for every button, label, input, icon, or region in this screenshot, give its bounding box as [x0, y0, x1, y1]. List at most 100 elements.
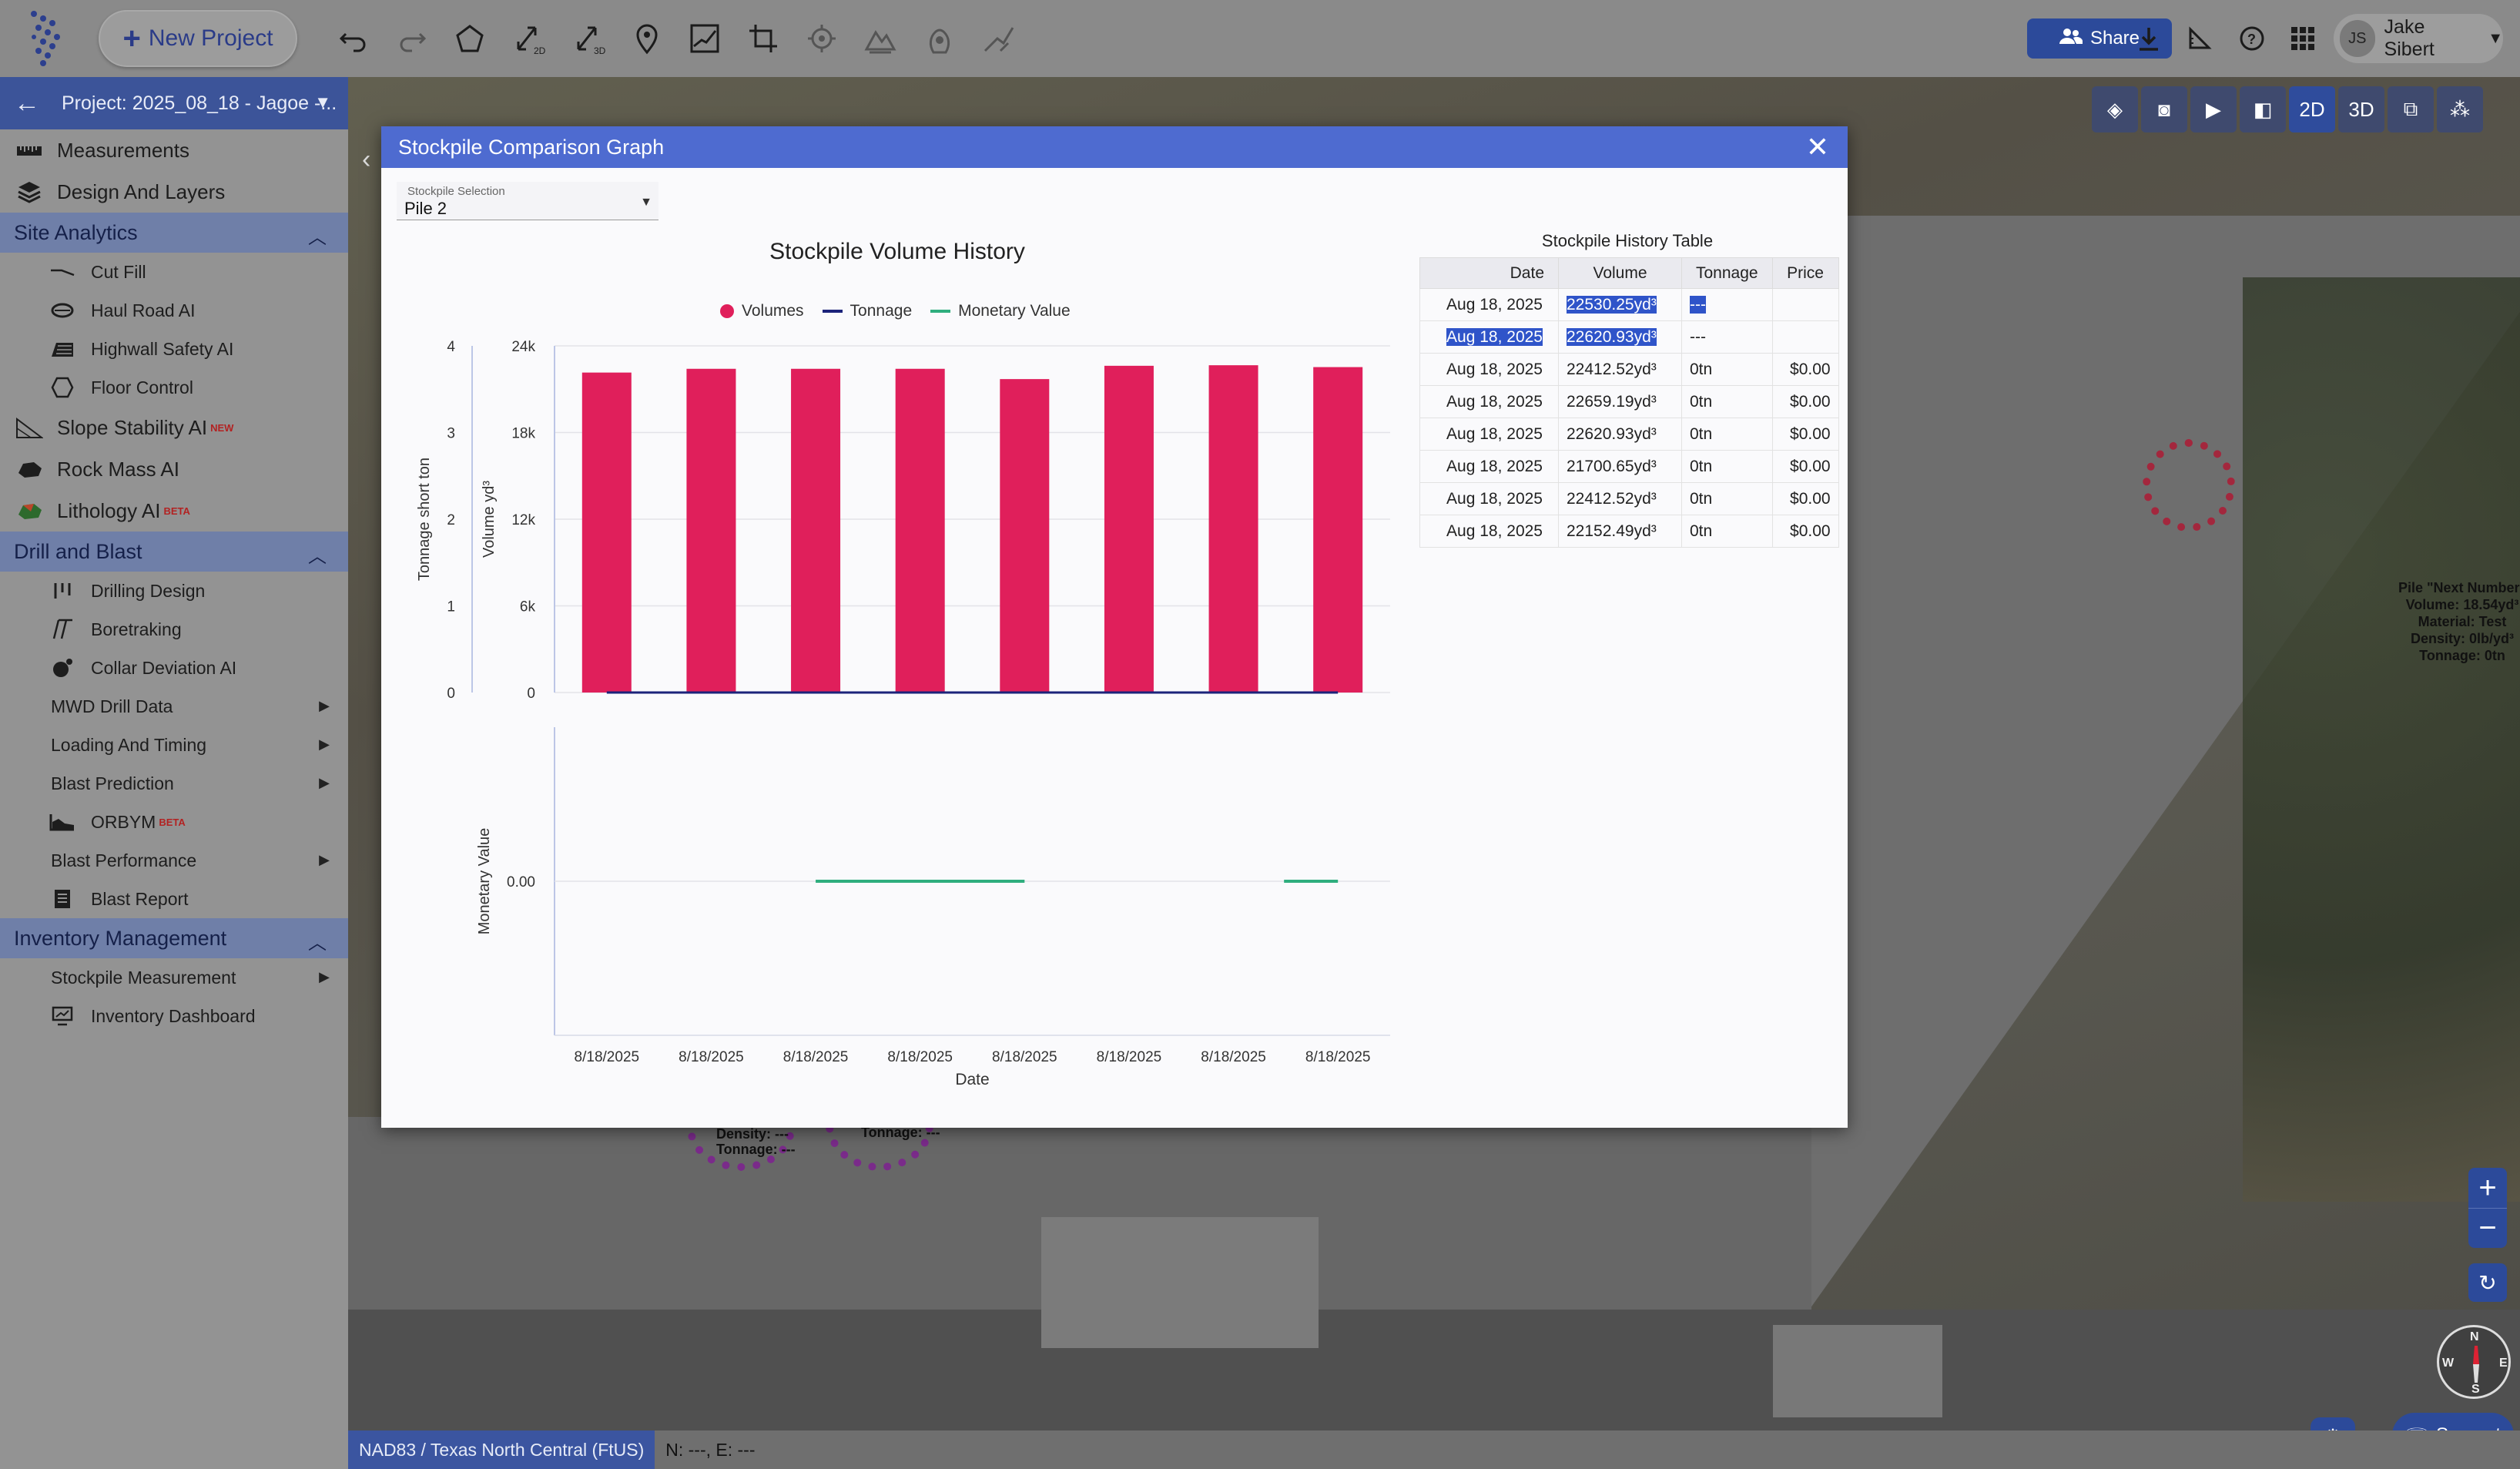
column-header-date[interactable]: Date [1419, 257, 1559, 289]
sidebar-item-mwd-drill-data[interactable]: MWD Drill Data ▶ [0, 687, 348, 726]
back-arrow-icon[interactable]: ← [14, 89, 40, 119]
video-icon[interactable]: ▶ [2190, 86, 2237, 132]
table-row[interactable]: Aug 18, 2025 22620.93yd³ --- [1419, 320, 1839, 354]
cell-volume: 22530.25yd³ [1558, 288, 1682, 321]
project-selector[interactable]: ← Project: 2025_08_18 - Jagoe -... ▼ [0, 77, 348, 129]
cell-text: Aug 18, 2025 [1446, 392, 1543, 411]
sidebar-item-drilling-design[interactable]: Drilling Design [0, 572, 348, 610]
stockpile-outline[interactable] [2143, 439, 2235, 532]
redo-icon[interactable] [393, 19, 431, 58]
boretracking-icon [49, 619, 75, 640]
view-2d-button[interactable]: 2D [2289, 86, 2335, 132]
measure-3d-icon[interactable]: 3D [570, 19, 608, 58]
sidebar-item-cut-fill[interactable]: Cut Fill [0, 253, 348, 291]
table-row[interactable]: Aug 18, 2025 22620.93yd³ 0tn $0.00 [1419, 418, 1839, 451]
layers-toggle-icon[interactable]: ◈ [2092, 86, 2138, 132]
sidebar-item-highwall-safety[interactable]: Highwall Safety AI [0, 330, 348, 368]
sidebar: ← Project: 2025_08_18 - Jagoe -... ▼ Mea… [0, 77, 348, 1469]
cell-tonnage: --- [1681, 320, 1773, 354]
camera-icon[interactable]: ◙ [2141, 86, 2187, 132]
user-menu[interactable]: JS Jake Sibert ▼ [2334, 14, 2503, 63]
table-row[interactable]: Aug 18, 2025 22412.52yd³ 0tn $0.00 [1419, 353, 1839, 386]
measure-tool-icon[interactable] [2181, 20, 2218, 57]
x-tick-label: 8/18/2025 [887, 1049, 953, 1065]
sidebar-item-rock-mass[interactable]: Rock Mass AI [0, 448, 348, 490]
new-project-button[interactable]: + New Project [99, 10, 297, 67]
user-name: Jake Sibert [2384, 16, 2435, 60]
download-icon[interactable] [2130, 20, 2167, 57]
section-site-analytics[interactable]: Site Analytics ︿ [0, 213, 348, 253]
sidebar-item-label: MWD Drill Data [51, 696, 173, 716]
chevron-right-icon: ▶ [319, 736, 330, 752]
zoom-out-button[interactable]: − [2468, 1208, 2507, 1248]
pile-volume: Volume: 18.54yd³ [2405, 597, 2519, 612]
sidebar-item-collar-deviation[interactable]: Collar Deviation AI [0, 649, 348, 687]
cell-text: Aug 18, 2025 [1446, 457, 1543, 475]
sidebar-item-blast-report[interactable]: Blast Report [0, 880, 348, 918]
pile-density: Density: 0lb/yd³ [2410, 631, 2515, 646]
stockpile-comparison-dialog: Stockpile Comparison Graph ✕ Stockpile S… [381, 126, 1848, 1128]
sidebar-item-lithology[interactable]: Lithology AI BETA [0, 490, 348, 532]
sidebar-item-design-layers[interactable]: Design And Layers [0, 171, 348, 213]
crop-icon[interactable] [744, 19, 782, 58]
cell-tonnage: 0tn [1681, 515, 1773, 548]
target-icon[interactable] [803, 19, 841, 58]
zoom-in-button[interactable]: + [2468, 1168, 2507, 1208]
table-row[interactable]: Aug 18, 2025 21700.65yd³ 0tn $0.00 [1419, 450, 1839, 483]
pile-name: Pile "Next Number" [2398, 580, 2520, 595]
sidebar-item-stockpile-measurement[interactable]: Stockpile Measurement ▶ [0, 958, 348, 997]
y-axis-label-volume: Volume yd³ [481, 481, 498, 558]
table-row[interactable]: Aug 18, 2025 22659.19yd³ 0tn $0.00 [1419, 385, 1839, 418]
cell-volume: 22412.52yd³ [1558, 353, 1682, 386]
sidebar-item-haul-road[interactable]: Haul Road AI [0, 291, 348, 330]
help-icon[interactable]: ? [2233, 20, 2270, 57]
column-header-price[interactable]: Price [1771, 257, 1839, 289]
collapse-panel-icon[interactable]: ‹ [362, 145, 370, 175]
sidebar-item-slope-stability[interactable]: Slope Stability AI NEW [0, 407, 348, 448]
sidebar-item-inventory-dashboard[interactable]: Inventory Dashboard [0, 997, 348, 1035]
table-row[interactable]: Aug 18, 2025 22412.52yd³ 0tn $0.00 [1419, 482, 1839, 515]
cell-text: $0.00 [1790, 424, 1831, 443]
slope-icon[interactable] [980, 19, 1018, 58]
cell-price: $0.00 [1771, 385, 1839, 418]
cell-price: $0.00 [1771, 353, 1839, 386]
compass-widget[interactable]: N S E W [2437, 1325, 2511, 1399]
chevron-up-icon: ︿ [308, 227, 327, 248]
terrain-icon[interactable] [861, 19, 900, 58]
app-logo[interactable] [23, 8, 77, 69]
sidebar-item-loading-timing[interactable]: Loading And Timing ▶ [0, 726, 348, 764]
section-drill-blast[interactable]: Drill and Blast ︿ [0, 532, 348, 572]
sidebar-item-measurements[interactable]: Measurements [0, 129, 348, 171]
cell-text: $0.00 [1790, 522, 1831, 540]
table-row[interactable]: Aug 18, 2025 22530.25yd³ --- [1419, 288, 1839, 321]
rotate-reset-icon[interactable]: ↻ [2468, 1263, 2507, 1302]
cell-text: 0tn [1690, 489, 1713, 508]
coordinate-system-selector[interactable]: NAD83 / Texas North Central (FtUS) [348, 1430, 655, 1469]
undo-icon[interactable] [334, 19, 373, 58]
column-header-tonnage[interactable]: Tonnage [1681, 257, 1773, 289]
measure-2d-icon[interactable]: 2D [510, 19, 548, 58]
apps-grid-icon[interactable] [2284, 20, 2321, 57]
profile-graph-icon[interactable] [685, 19, 724, 58]
table-row[interactable]: Aug 18, 2025 22152.49yd³ 0tn $0.00 [1419, 515, 1839, 548]
sidebar-item-floor-control[interactable]: Floor Control [0, 368, 348, 407]
bar-volume [1000, 379, 1050, 693]
location-pin-icon[interactable] [628, 19, 666, 58]
volume-icon[interactable] [920, 19, 959, 58]
sidebar-item-label: Haul Road AI [91, 300, 196, 320]
share-nodes-icon[interactable]: ⁂ [2437, 86, 2483, 132]
column-header-volume[interactable]: Volume [1558, 257, 1682, 289]
view-3d-button[interactable]: 3D [2338, 86, 2384, 132]
bar-volume [895, 368, 945, 693]
sidebar-item-boretraking[interactable]: Boretraking [0, 610, 348, 649]
lithology-icon [14, 499, 45, 522]
cell-text: 0tn [1690, 360, 1713, 378]
section-inventory-management[interactable]: Inventory Management ︿ [0, 918, 348, 958]
svg-text:?: ? [2247, 32, 2256, 47]
sidebar-item-blast-prediction[interactable]: Blast Prediction ▶ [0, 764, 348, 803]
sidebar-item-orbym[interactable]: ORBYM BETA [0, 803, 348, 841]
sidebar-item-blast-performance[interactable]: Blast Performance ▶ [0, 841, 348, 880]
polygon-icon[interactable] [451, 19, 489, 58]
compare-icon[interactable]: ◧ [2240, 86, 2286, 132]
split-view-icon[interactable]: ⧉ [2388, 86, 2434, 132]
